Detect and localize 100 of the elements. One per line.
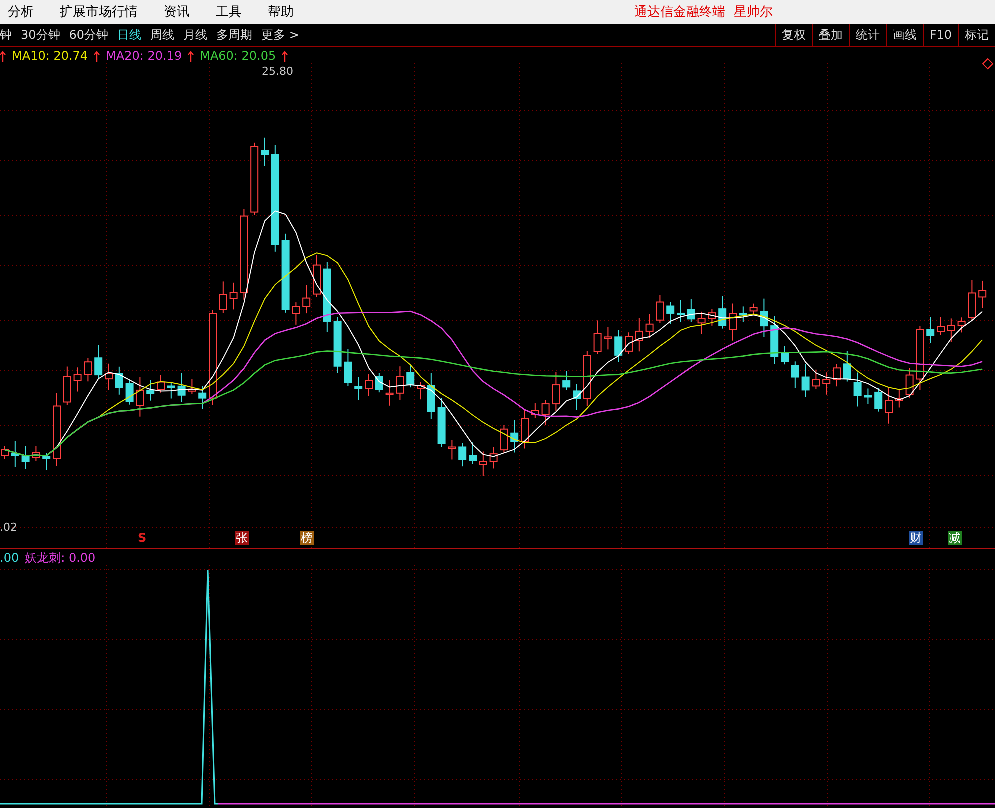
candle <box>666 302 675 325</box>
candle <box>677 300 685 322</box>
candle <box>874 388 883 412</box>
menu-item[interactable]: 分析 <box>0 3 34 21</box>
candle <box>843 350 852 382</box>
candle <box>354 376 363 400</box>
candle <box>864 388 872 405</box>
candle <box>396 366 404 401</box>
candle <box>74 367 82 392</box>
candle <box>230 282 238 310</box>
period-tab[interactable]: 多周期 <box>216 26 253 44</box>
candle <box>791 361 800 389</box>
candle <box>323 262 332 333</box>
candle <box>22 446 30 470</box>
candle <box>812 369 820 390</box>
toolbar-button[interactable]: 标记 <box>958 24 995 46</box>
period-tab[interactable]: 日线 <box>118 26 142 44</box>
candle <box>739 306 748 323</box>
toolbar-button[interactable]: 统计 <box>848 24 886 46</box>
candle <box>178 372 186 403</box>
candle <box>146 380 155 402</box>
candle <box>926 316 935 344</box>
candle <box>625 332 633 355</box>
candle <box>458 442 467 468</box>
candle <box>302 284 311 314</box>
candle <box>562 370 571 391</box>
candle <box>968 280 976 322</box>
period-tab[interactable]: 更多 > <box>262 26 300 44</box>
diamond-icon <box>982 58 994 70</box>
indicator-value: .00 <box>0 551 20 565</box>
candle <box>760 298 768 338</box>
toolbar-button[interactable]: 画线 <box>886 24 923 46</box>
candle <box>126 379 134 406</box>
candle <box>635 318 644 352</box>
candle <box>687 299 696 323</box>
candle <box>708 308 716 326</box>
candle <box>84 358 92 382</box>
candle <box>916 326 924 391</box>
candle <box>614 330 623 363</box>
period-tab[interactable]: 周线 <box>150 26 175 44</box>
candle <box>833 364 841 388</box>
candle <box>198 386 207 410</box>
candle <box>531 403 540 418</box>
candle <box>958 317 966 334</box>
candle <box>63 366 72 406</box>
candle <box>937 316 945 336</box>
arrow-up-icon <box>282 50 288 62</box>
menu-item[interactable]: 资讯 <box>156 3 190 21</box>
candle <box>781 346 789 366</box>
candle <box>583 351 592 406</box>
candle <box>729 303 737 342</box>
toolbar-button[interactable]: 复权 <box>774 24 812 46</box>
menu-item[interactable]: 工具 <box>208 3 242 21</box>
candle <box>438 398 446 448</box>
event-marker: S <box>137 531 148 545</box>
candle <box>770 316 779 364</box>
candle <box>947 318 956 342</box>
candle <box>978 280 987 309</box>
ma-legend: MA20: 20.19 <box>106 49 182 63</box>
menu-item[interactable]: 扩展市场行情 <box>52 3 138 21</box>
toolbar-button[interactable]: 叠加 <box>812 24 849 46</box>
candle <box>32 446 40 462</box>
period-tab[interactable]: 钟 <box>0 26 12 44</box>
event-marker: 财 <box>909 531 923 545</box>
candle <box>115 366 124 396</box>
candle <box>292 302 300 326</box>
event-marker: 榜 <box>300 531 314 545</box>
candle <box>167 382 176 400</box>
candle <box>552 372 560 412</box>
ma-legend: MA60: 20.05 <box>200 49 276 63</box>
indicator-legend: 妖龙刺: 0.00 <box>25 550 96 566</box>
period-tab[interactable]: 30分钟 <box>21 26 60 44</box>
candle <box>219 281 228 314</box>
candle <box>105 363 113 391</box>
candle <box>885 387 893 424</box>
candle <box>188 378 196 395</box>
event-marker: 张 <box>235 531 249 545</box>
candle <box>822 372 831 396</box>
period-tab[interactable]: 60分钟 <box>69 26 109 44</box>
candle <box>313 254 321 298</box>
arrow-up-icon <box>0 50 6 62</box>
candle <box>656 294 664 324</box>
candle <box>906 368 914 398</box>
candle <box>646 314 654 339</box>
candle <box>895 388 904 408</box>
candle <box>510 420 519 454</box>
period-tab[interactable]: 月线 <box>184 26 208 44</box>
toolbar-button[interactable]: F10 <box>922 24 958 46</box>
candle <box>479 451 488 476</box>
candle <box>375 372 384 394</box>
candle <box>157 374 165 394</box>
candle <box>11 440 20 468</box>
high-price-label: 25.80 <box>262 65 294 78</box>
candle <box>698 311 706 335</box>
menu-item[interactable]: 帮助 <box>260 3 294 21</box>
candle <box>573 384 581 410</box>
candle <box>344 348 352 386</box>
candle <box>448 440 456 460</box>
candle <box>854 372 862 408</box>
candle <box>136 376 144 418</box>
